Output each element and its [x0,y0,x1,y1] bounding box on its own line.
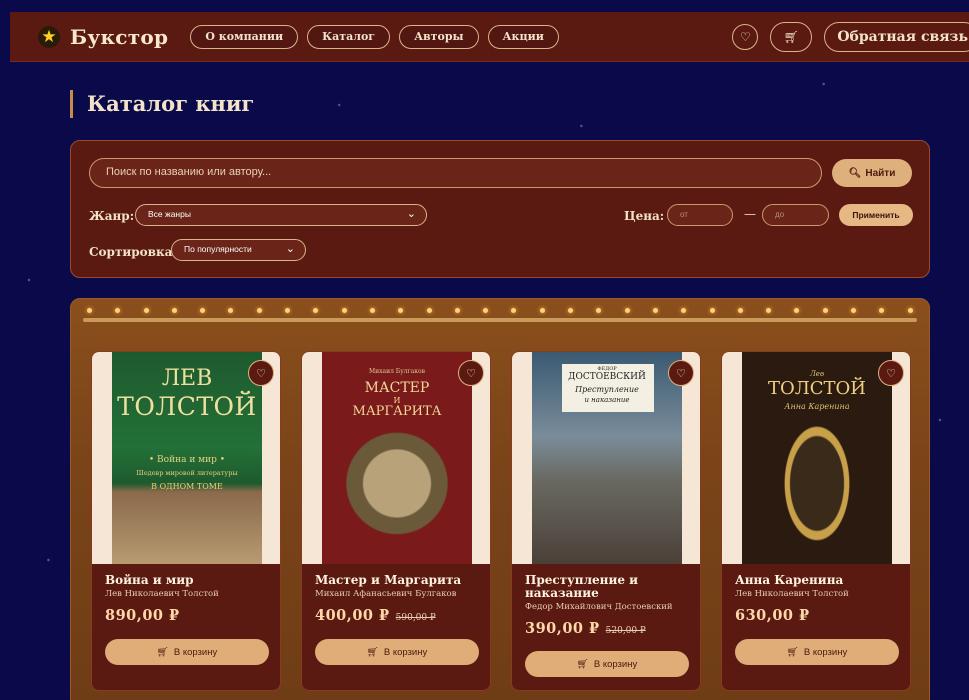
book-old-price: 590,00 ₽ [395,613,436,623]
favorite-button[interactable]: ♡ [878,360,904,386]
book-title[interactable]: Анна Каренина [735,574,905,587]
book-author: Михаил Афанасьевич Булгаков [315,589,457,599]
add-to-cart-label: В корзину [803,646,848,658]
cart-icon: 🛒︎ [786,646,799,658]
filter-panel: Поиск по названию или автору... 🔍︎ Найти… [70,140,930,278]
chevron-down-icon: ⌄ [285,243,295,255]
find-button-label: Найти [865,167,896,179]
heart-icon: ♡ [466,366,476,380]
sort-select[interactable]: По популярности ⌄ [171,239,306,261]
cart-icon: 🛒︎ [156,646,169,658]
nav-promotions[interactable]: Акции [487,24,559,49]
book-price: 390,00 ₽ [525,620,600,637]
brand-name: Букстор [70,24,169,49]
main-nav: О компании Каталог Авторы Акции [190,24,559,49]
add-to-cart-button[interactable]: 🛒︎ В корзину [525,651,689,677]
apply-price-button[interactable]: Применить [839,204,913,226]
brand-logo[interactable]: ★ Букстор [38,25,168,49]
price-from-input[interactable]: от [667,204,733,226]
genre-select[interactable]: Все жанры ⌄ [135,204,427,226]
book-cover[interactable]: ЛЕВ ТОЛСТОЙ • Война и мир • Шедевр миров… [92,352,280,564]
book-price: 400,00 ₽ [315,607,390,624]
heart-icon: ♡ [256,366,266,380]
book-card[interactable]: Михаил Булгаков МАСТЕР И МАРГАРИТА ♡ Мас… [301,351,491,691]
search-icon: 🔍︎ [848,167,862,179]
page-title: Каталог книг [70,90,254,118]
favorites-button[interactable]: ♡ [732,23,759,50]
book-author: Лев Николаевич Толстой [105,589,219,599]
heart-icon: ♡ [886,366,896,380]
book-cover[interactable]: Михаил Булгаков МАСТЕР И МАРГАРИТА ♡ [302,352,490,564]
header-tools: ♡ 🛒︎ Обратная связь [732,21,969,52]
search-input[interactable]: Поиск по названию или автору... [89,158,822,188]
add-to-cart-button[interactable]: 🛒︎ В корзину [735,639,899,665]
book-cover[interactable]: ФЕДОР ДОСТОЕВСКИЙ Преступление и наказан… [512,352,700,564]
book-price: 890,00 ₽ [105,607,180,624]
book-author: Федор Михайлович Достоевский [525,602,673,612]
chevron-down-icon: ⌄ [406,208,416,220]
favorite-button[interactable]: ♡ [458,360,484,386]
book-author: Лев Николаевич Толстой [735,589,849,599]
book-title[interactable]: Война и мир [105,574,275,587]
price-label: Цена: [624,209,665,223]
cart-icon: 🛒︎ [366,646,379,658]
shelf-rail [83,318,917,322]
book-card[interactable]: Лев ТОЛСТОЙ Анна Каренина ♡ Анна Каренин… [721,351,911,691]
genre-select-value: Все жанры [148,209,191,219]
shelf-lights [83,306,917,316]
book-card[interactable]: ФЕДОР ДОСТОЕВСКИЙ Преступление и наказан… [511,351,701,691]
add-to-cart-button[interactable]: 🛒︎ В корзину [315,639,479,665]
add-to-cart-label: В корзину [383,646,428,658]
price-dash: — [744,207,756,221]
sort-label: Сортировка: [89,245,177,259]
star-icon: ★ [38,25,60,48]
heart-icon: ♡ [676,366,686,380]
add-to-cart-label: В корзину [593,658,638,670]
feedback-button[interactable]: Обратная связь [824,21,969,52]
add-to-cart-button[interactable]: 🛒︎ В корзину [105,639,269,665]
nav-about[interactable]: О компании [190,24,299,49]
book-price: 630,00 ₽ [735,607,810,624]
favorite-button[interactable]: ♡ [248,360,274,386]
cart-button[interactable]: 🛒︎ [770,21,813,52]
nav-catalog[interactable]: Каталог [307,24,391,49]
book-card[interactable]: ЛЕВ ТОЛСТОЙ • Война и мир • Шедевр миров… [91,351,281,691]
book-title[interactable]: Мастер и Маргарита [315,574,485,587]
book-title[interactable]: Преступление и наказание [525,574,695,600]
sort-select-value: По популярности [184,244,252,254]
cart-icon: 🛒︎ [576,658,589,670]
book-shelf: ЛЕВ ТОЛСТОЙ • Война и мир • Шедевр миров… [70,298,930,700]
book-old-price: 520,00 ₽ [605,626,646,636]
price-to-input[interactable]: до [762,204,829,226]
genre-label: Жанр: [89,209,135,223]
top-navbar: ★ Букстор О компании Каталог Авторы Акци… [10,12,969,62]
add-to-cart-label: В корзину [173,646,218,658]
heart-icon: ♡ [739,29,751,44]
favorite-button[interactable]: ♡ [668,360,694,386]
nav-authors[interactable]: Авторы [399,24,479,49]
book-cover[interactable]: Лев ТОЛСТОЙ Анна Каренина ♡ [722,352,910,564]
find-button[interactable]: 🔍︎ Найти [832,159,912,187]
cart-icon: 🛒︎ [783,29,799,44]
